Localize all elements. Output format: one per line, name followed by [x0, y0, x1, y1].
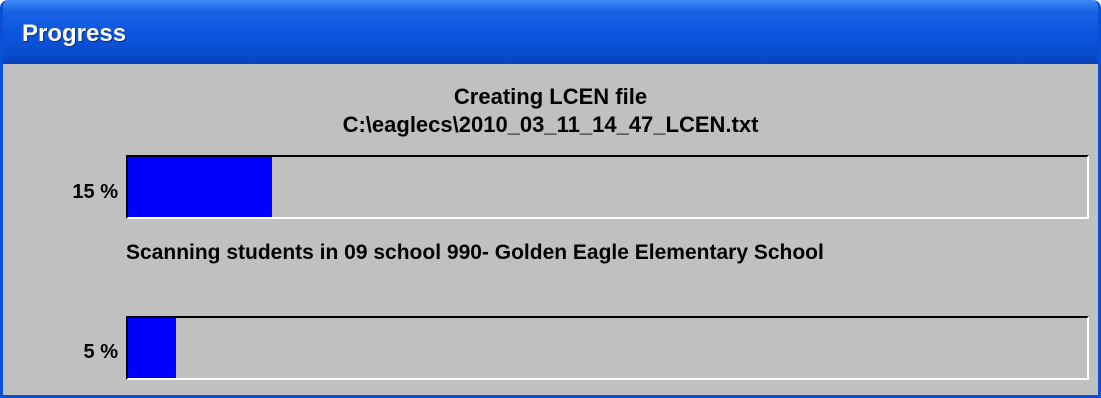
task-heading: Creating LCEN file [453, 84, 648, 109]
file-path: C:\eaglecs\2010_03_11_14_47_LCEN.txt [342, 112, 759, 137]
status-message: Scanning students in 09 school 990- Gold… [126, 241, 824, 264]
progress-window: Progress Creating LCEN file C:\eaglecs\2… [0, 0, 1101, 398]
detail-progress-fill [128, 318, 176, 378]
window-title: Progress [22, 20, 127, 47]
title-bar[interactable]: Progress [3, 0, 1098, 64]
overall-progress-bar [126, 155, 1089, 219]
detail-progress-percent: 5 % [83, 341, 118, 363]
overall-progress-percent: 15 % [72, 181, 118, 203]
detail-progress-bar [126, 316, 1089, 380]
overall-progress-fill [128, 157, 272, 217]
dialog-body: Creating LCEN file C:\eaglecs\2010_03_11… [3, 64, 1098, 395]
